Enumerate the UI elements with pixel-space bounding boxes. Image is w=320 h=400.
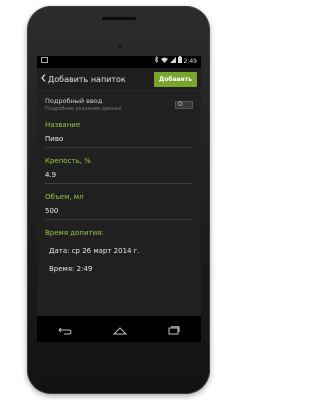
front-camera: [117, 43, 123, 49]
volume-value: 500: [45, 207, 59, 215]
image-icon: [41, 56, 48, 68]
back-title[interactable]: Добавить напиток: [41, 74, 126, 84]
detailed-input-row: Подробный ввод Подробное указание данных…: [45, 97, 193, 112]
strength-underline: [45, 183, 193, 184]
form: Подробный ввод Подробное указание данных…: [37, 91, 201, 279]
detailed-input-toggle[interactable]: O: [175, 100, 193, 109]
name-value: Пиво: [45, 135, 64, 143]
drink-time-label: Время допития:: [45, 229, 104, 237]
strength-field[interactable]: 4.9: [45, 171, 193, 184]
detailed-input-texts: Подробный ввод Подробное указание данных: [45, 97, 122, 112]
earpiece: [101, 17, 136, 20]
name-underline: [45, 147, 193, 148]
recents-icon[interactable]: [168, 320, 180, 339]
back-icon[interactable]: [57, 320, 72, 339]
detailed-input-label: Подробный ввод: [45, 97, 103, 105]
toggle-text: O: [178, 101, 183, 108]
strength-label: Крепость, %: [45, 157, 91, 165]
chevron-left-icon: [41, 74, 46, 84]
volume-underline: [45, 219, 193, 220]
action-bar: Добавить напиток Добавить: [37, 68, 201, 91]
add-button[interactable]: Добавить: [154, 71, 197, 87]
detailed-input-hint: Подробное указание данных: [45, 106, 122, 112]
wifi-icon: [160, 56, 168, 68]
name-field[interactable]: Пиво: [45, 135, 193, 148]
volume-field[interactable]: 500: [45, 207, 193, 220]
strength-value: 4.9: [45, 171, 57, 179]
battery-icon: [177, 56, 182, 68]
drink-time[interactable]: Время: 2:49: [45, 265, 193, 273]
drink-date[interactable]: Дата: ср 26 март 2014 г.: [45, 247, 193, 255]
status-time: 2:49: [183, 58, 197, 65]
screen-title: Добавить напиток: [48, 74, 126, 84]
navigation-bar: [37, 316, 201, 342]
volume-label: Объем, мл: [45, 193, 84, 201]
status-bar: 2:49: [37, 56, 201, 68]
home-icon[interactable]: [112, 320, 128, 339]
bluetooth-icon: [154, 56, 159, 68]
name-label: Название: [45, 121, 81, 129]
app-screen: 2:49 Добавить напиток Добавить Подробный…: [37, 56, 201, 342]
signal-icon: [169, 56, 176, 68]
